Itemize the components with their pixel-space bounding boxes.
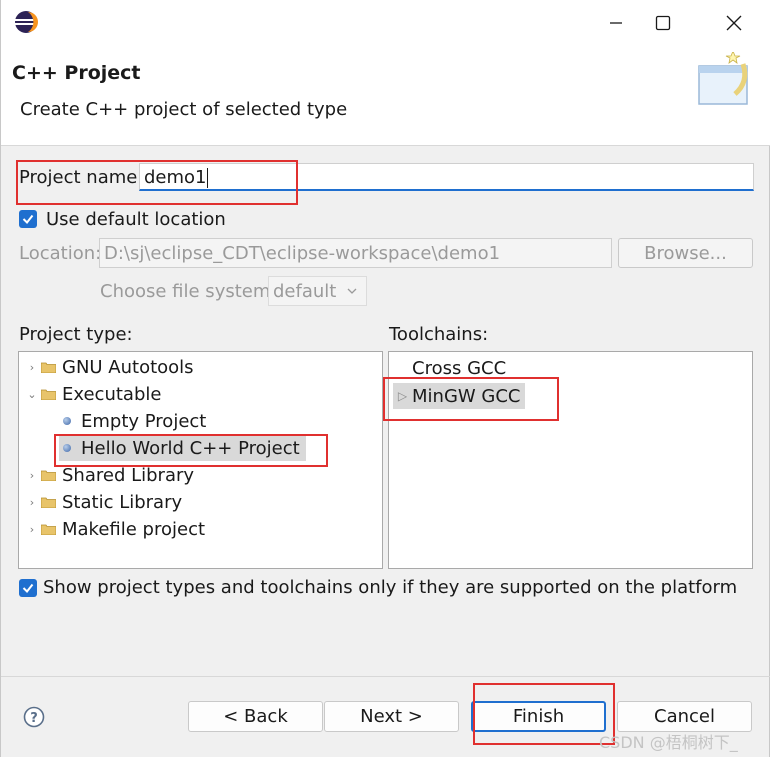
tree-item-label: Empty Project (81, 410, 207, 432)
tree-item-gnu-autotools[interactable]: › GNU Autotools (23, 354, 194, 380)
chevron-right-icon[interactable]: › (23, 361, 41, 374)
toolchain-label: Cross GCC (412, 357, 507, 379)
next-button[interactable]: Next > (324, 701, 459, 732)
file-system-label: Choose file system: (100, 281, 277, 302)
checkmark-icon (22, 583, 34, 594)
tree-item-label: GNU Autotools (62, 356, 194, 378)
minimize-icon (610, 22, 622, 24)
toolchains-label: Toolchains: (389, 324, 489, 345)
tree-item-label: Makefile project (62, 518, 206, 540)
close-icon (726, 15, 742, 31)
highlight-project-name (16, 160, 298, 205)
folder-icon (41, 470, 56, 481)
tree-item-label: Executable (62, 383, 162, 405)
browse-button[interactable]: Browse... (618, 238, 753, 268)
tree-item-label: Shared Library (62, 464, 195, 486)
folder-icon (41, 362, 56, 373)
help-icon[interactable]: ? (23, 706, 45, 728)
chevron-right-icon[interactable]: › (23, 496, 41, 509)
eclipse-icon (15, 11, 38, 33)
watermark: CSDN @梧桐树下_ (599, 733, 738, 752)
tree-item-label: Static Library (62, 491, 183, 513)
wizard-banner-icon (698, 52, 748, 105)
chevron-right-icon[interactable]: › (23, 469, 41, 482)
supported-only-label: Show project types and toolchains only i… (43, 577, 738, 598)
folder-open-icon (41, 389, 56, 400)
minimize-button[interactable] (593, 0, 639, 46)
use-default-location-checkbox[interactable] (19, 210, 37, 228)
project-template-icon (63, 417, 71, 425)
maximize-icon (655, 15, 671, 31)
tree-item-empty-project[interactable]: Empty Project (59, 408, 206, 434)
tree-item-makefile-project[interactable]: › Makefile project (23, 516, 205, 542)
wizard-description: Create C++ project of selected type (20, 99, 348, 120)
project-type-label: Project type: (19, 324, 133, 345)
wizard-title: C++ Project (12, 62, 141, 84)
supported-only-checkbox[interactable] (19, 579, 37, 597)
file-system-value: default (273, 281, 337, 302)
use-default-location-label: Use default location (46, 209, 226, 230)
location-label: Location: (19, 243, 102, 264)
maximize-button[interactable] (640, 0, 686, 46)
highlight-finish (473, 683, 615, 745)
chevron-down-icon (347, 288, 357, 294)
new-project-dialog: C++ Project Create C++ project of select… (0, 0, 770, 757)
tree-item-static-library[interactable]: › Static Library (23, 489, 182, 515)
svg-text:?: ? (30, 711, 38, 726)
cancel-button[interactable]: Cancel (617, 701, 752, 732)
footer-divider (1, 676, 770, 677)
folder-icon (41, 524, 56, 535)
file-system-select[interactable]: default (268, 276, 367, 306)
chevron-right-icon[interactable]: › (23, 523, 41, 536)
highlight-hello-world (54, 434, 328, 467)
title-bar (1, 0, 770, 46)
chevron-down-icon[interactable]: ⌄ (23, 388, 41, 401)
folder-icon (41, 497, 56, 508)
location-input[interactable]: D:\sj\eclipse_CDT\eclipse-workspace\demo… (99, 238, 612, 268)
close-button[interactable] (711, 0, 757, 46)
tree-item-executable[interactable]: ⌄ Executable (23, 381, 161, 407)
back-button[interactable]: < Back (188, 701, 323, 732)
checkmark-icon (22, 214, 34, 225)
highlight-mingw-gcc (383, 377, 559, 421)
wizard-banner: C++ Project Create C++ project of select… (1, 46, 770, 146)
